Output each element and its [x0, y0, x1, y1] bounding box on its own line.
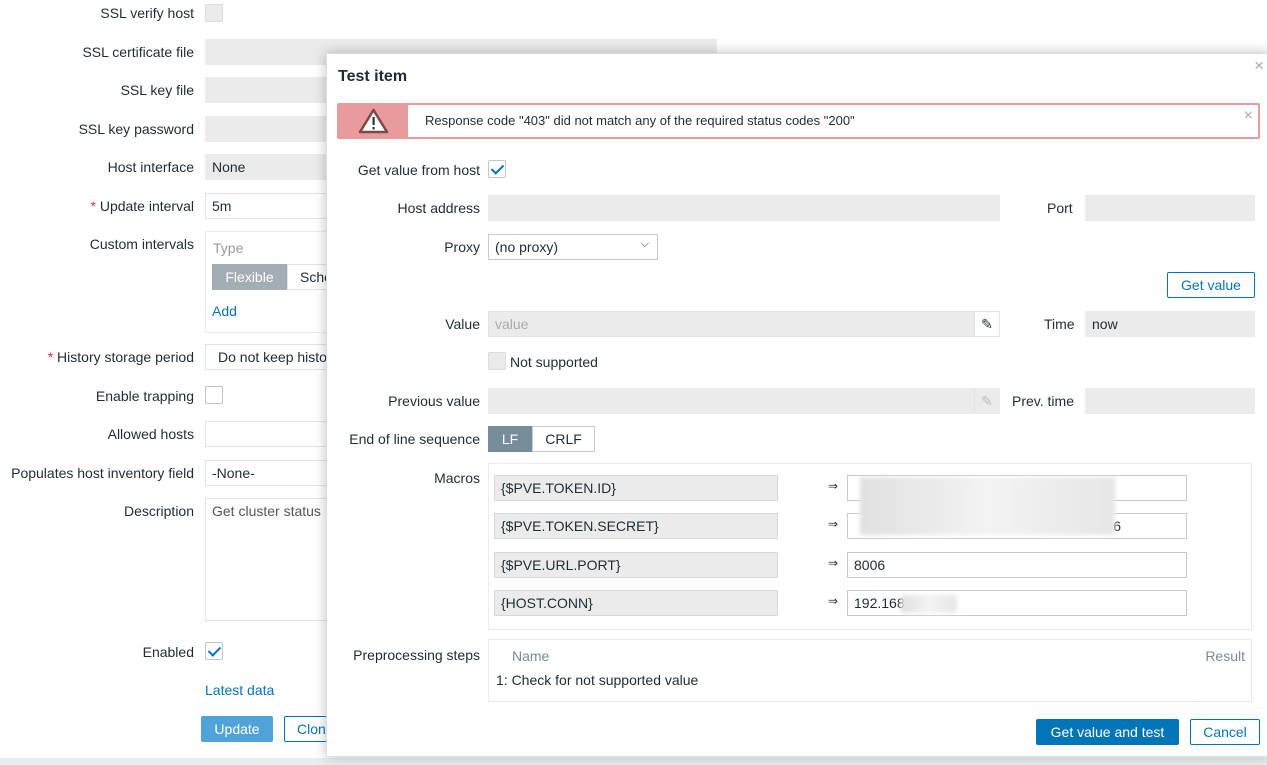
ssl-cert-file-label: SSL certificate file: [82, 44, 194, 60]
close-dialog-icon[interactable]: ×: [1254, 56, 1264, 76]
macros-label: Macros: [434, 470, 480, 486]
allowed-hosts-label: Allowed hosts: [107, 426, 194, 442]
macro-name: {$PVE.URL.PORT}: [494, 552, 778, 578]
arrow-icon: ⇒: [828, 479, 839, 493]
edit-pencil-disabled-icon: ✎: [974, 389, 999, 413]
test-item-dialog: Test item × Response code "403" did not …: [326, 53, 1267, 757]
value-label: Value: [445, 316, 480, 332]
enabled-checkbox[interactable]: [205, 642, 223, 660]
arrow-icon: ⇒: [828, 556, 839, 570]
arrow-icon: ⇒: [828, 594, 839, 608]
history-storage-label: History storage period: [48, 349, 194, 365]
ssl-verify-host-checkbox[interactable]: [205, 4, 223, 22]
get-value-from-host-label: Get value from host: [357, 162, 480, 178]
not-supported-label: Not supported: [510, 354, 598, 370]
prev-time-label: Prev. time: [1012, 393, 1074, 409]
eol-crlf-toggle[interactable]: CRLF: [532, 426, 595, 452]
proxy-value: (no proxy): [495, 239, 559, 255]
page-footer-strip: [0, 758, 1267, 765]
dialog-title: Test item: [338, 68, 408, 85]
proxy-label: Proxy: [444, 239, 480, 255]
port-label: Port: [1047, 200, 1073, 216]
macro-name: {HOST.CONN}: [494, 590, 778, 616]
get-value-from-host-checkbox[interactable]: [488, 160, 506, 178]
get-value-button[interactable]: Get value: [1167, 272, 1255, 298]
proxy-select[interactable]: (no proxy) ⌵: [488, 234, 658, 260]
preprocessing-label: Preprocessing steps: [353, 647, 480, 663]
time-label: Time: [1044, 316, 1075, 332]
update-interval-label: Update interval: [90, 198, 194, 214]
pp-result-header: Result: [1205, 648, 1245, 664]
chevron-down-icon: ⌵: [640, 238, 649, 250]
error-message-box: Response code "403" did not match any of…: [337, 103, 1260, 139]
macro-value-input[interactable]: 8006: [847, 552, 1187, 578]
update-button[interactable]: Update: [201, 716, 273, 742]
edit-pencil-icon[interactable]: ✎: [974, 312, 999, 336]
redacted-blur: [901, 595, 957, 613]
port-input[interactable]: [1085, 195, 1255, 221]
get-value-and-test-button[interactable]: Get value and test: [1036, 719, 1179, 745]
ssl-verify-host-label: SSL verify host: [100, 5, 194, 21]
enable-trapping-label: Enable trapping: [95, 388, 194, 404]
host-interface-label: Host interface: [107, 159, 194, 175]
close-error-icon[interactable]: ×: [1244, 107, 1253, 125]
type-header: Type: [213, 240, 244, 256]
macro-value-input[interactable]: 192.168: [847, 590, 1187, 616]
custom-intervals-label: Custom intervals: [89, 236, 194, 252]
add-interval-link[interactable]: Add: [212, 303, 237, 319]
eol-lf-toggle[interactable]: LF: [488, 426, 532, 452]
not-supported-checkbox[interactable]: [488, 352, 506, 370]
host-address-label: Host address: [397, 200, 480, 216]
macro-name: {$PVE.TOKEN.SECRET}: [494, 513, 778, 539]
ssl-key-password-label: SSL key password: [78, 121, 194, 137]
error-message-text: Response code "403" did not match any of…: [425, 113, 855, 128]
latest-data-link[interactable]: Latest data: [205, 682, 274, 698]
cancel-button[interactable]: Cancel: [1190, 719, 1260, 745]
eol-sequence-label: End of line sequence: [349, 431, 480, 447]
preprocessing-table: Name Result 1: Check for not supported v…: [488, 639, 1252, 702]
pp-step: 1: Check for not supported value: [496, 672, 699, 688]
populates-inventory-label: Populates host inventory field: [11, 465, 194, 481]
value-input[interactable]: value: [488, 311, 1000, 337]
macro-name: {$PVE.TOKEN.ID}: [494, 475, 778, 501]
enabled-label: Enabled: [142, 644, 194, 660]
macros-table: {$PVE.TOKEN.ID} ⇒ {$PVE.TOKEN.SECRET} ⇒ …: [488, 463, 1252, 630]
time-input[interactable]: now: [1085, 311, 1255, 337]
description-label: Description: [123, 503, 194, 519]
enable-trapping-checkbox[interactable]: [205, 386, 223, 404]
previous-value-label: Previous value: [388, 393, 480, 409]
host-address-input[interactable]: [488, 195, 1000, 221]
ssl-key-file-label: SSL key file: [120, 82, 194, 98]
arrow-icon: ⇒: [828, 517, 839, 531]
pp-name-header: Name: [512, 648, 550, 664]
previous-value-input[interactable]: [488, 388, 1000, 414]
warning-icon: [339, 105, 408, 137]
flexible-toggle[interactable]: Flexible: [212, 264, 287, 290]
prev-time-input[interactable]: [1085, 388, 1255, 414]
redacted-blur: [860, 477, 1115, 535]
